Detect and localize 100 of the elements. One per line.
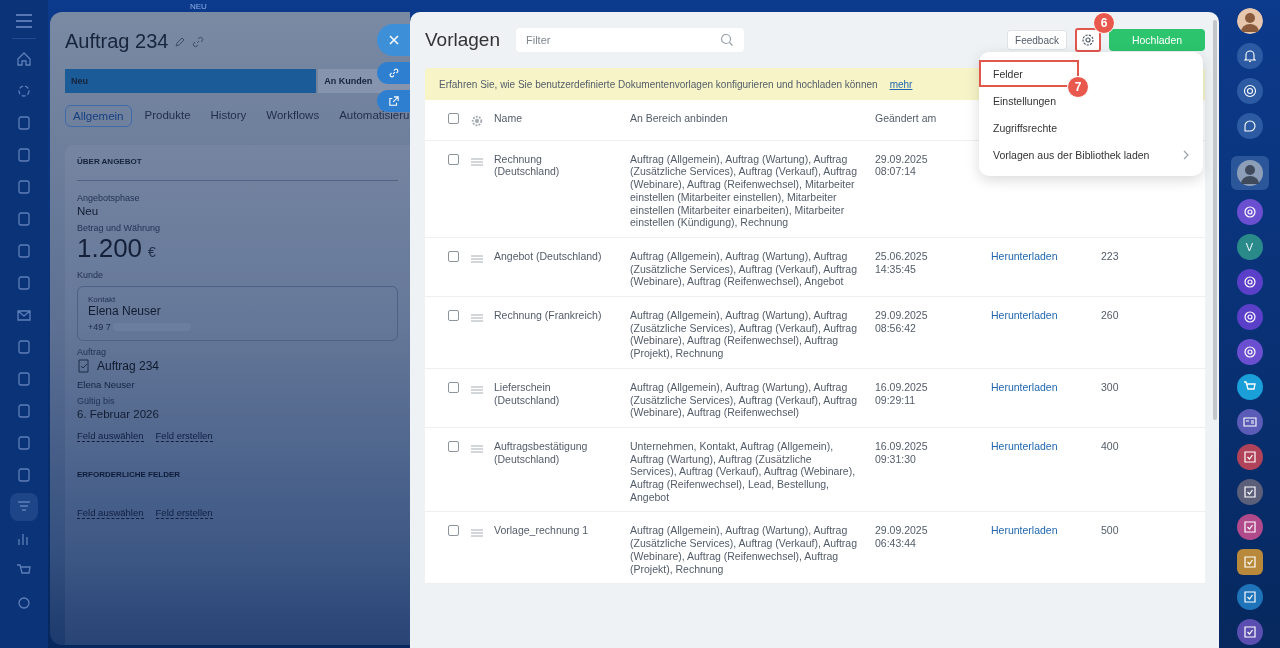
menu-icon[interactable]: [15, 14, 33, 28]
column-header[interactable]: An Bereich anbinden: [630, 112, 875, 130]
section-title: ERFORDERLICHE FELDER: [77, 470, 181, 481]
table-cell-text: 25.06.2025 14:35:45: [875, 249, 929, 277]
dashed-circle-icon: [16, 83, 32, 99]
order-link[interactable]: Auftrag 234: [97, 359, 160, 373]
contact-card-icon: [1242, 415, 1257, 429]
tab[interactable]: Allgemein: [65, 105, 132, 127]
row-checkbox[interactable]: [448, 381, 459, 393]
drag-handle-icon[interactable]: [471, 254, 483, 263]
table-cell-text: 29.09.2025 06:43:44: [875, 524, 929, 552]
table-cell-text: Auftrag (Allgemein), Auftrag (Wartung), Auftrag (Zusätzliche Services), Auftrag (Verkauf), Auftrag (Webinare), Auftrag (Reifenwechsel), Auftrag (Projekt), Rechnung: [630, 309, 858, 360]
menu-item[interactable]: Vorlagen aus der Bibliothek laden: [979, 141, 1203, 168]
open-new-window-button[interactable]: [377, 90, 410, 112]
pencil-icon[interactable]: [174, 35, 187, 48]
avatar-button[interactable]: [1230, 156, 1269, 190]
amount-value: 1.200: [77, 233, 143, 264]
tab[interactable]: History: [203, 105, 254, 127]
table-cell-text: 16.09.2025 09:31:30: [875, 439, 929, 467]
menu-item[interactable]: Zugriffsrechte: [979, 114, 1203, 141]
filter-field[interactable]: Filter: [516, 28, 744, 52]
download-link[interactable]: Herunterladen: [991, 439, 1058, 452]
field-label: Angebotsphase: [77, 193, 140, 203]
chat-button[interactable]: [1236, 113, 1263, 139]
copy-link-button[interactable]: [377, 62, 410, 84]
app-button[interactable]: [1236, 584, 1263, 610]
select-all-checkbox[interactable]: [448, 113, 459, 124]
settings-button[interactable]: [1075, 28, 1101, 52]
app-button[interactable]: [1236, 444, 1263, 470]
drag-handle-icon[interactable]: [471, 529, 483, 538]
table-cell-text: Rechnung (Frankreich): [494, 309, 603, 324]
field-link[interactable]: Feld erstellen: [155, 430, 213, 442]
table-cell-text: Auftrag (Allgemein), Auftrag (Wartung), Auftrag (Zusätzliche Services), Auftrag (Verkauf), Auftrag (Webinare), Auftrag (Reifenwechsel), Mitarbeiter einstellen (Mitarbeiter einstellen), Mitarbeiter einstellen (Mitarbeiter einarbeiten), Mitarbeiter einstellen (Kündigung), Rechnung: [630, 152, 858, 229]
document-icon: [16, 115, 32, 131]
field-label: Kontakt: [88, 295, 116, 304]
download-link[interactable]: Herunterladen: [991, 309, 1058, 322]
field-label: Betrag und Währung: [77, 223, 161, 233]
notifications-button[interactable]: [1236, 43, 1263, 69]
field-label: Auftrag: [77, 347, 107, 357]
app-button[interactable]: [1236, 549, 1263, 575]
app-button[interactable]: [1236, 374, 1263, 400]
field-value: Elena Neuser: [77, 379, 135, 390]
app-button[interactable]: [1236, 479, 1263, 505]
contact-name[interactable]: Elena Neuser: [88, 304, 161, 318]
drag-handle-icon[interactable]: [471, 385, 483, 394]
document-icon: [16, 403, 32, 419]
close-button[interactable]: [377, 24, 410, 56]
table-cell-text: Lieferschein (Deutschland): [494, 380, 561, 408]
drag-handle-icon[interactable]: [471, 157, 483, 166]
tab[interactable]: Automatisieru: [332, 105, 410, 127]
drag-handle-icon[interactable]: [471, 314, 483, 323]
chat-icon: [1242, 119, 1257, 133]
tab[interactable]: Produkte: [137, 105, 198, 127]
user-avatar[interactable]: [1236, 8, 1263, 34]
app-button[interactable]: [1236, 514, 1263, 540]
scrollbar[interactable]: [1213, 20, 1217, 420]
task-icon: [1242, 520, 1257, 534]
phone-number: +49 7: [88, 322, 111, 332]
column-header[interactable]: Name: [494, 112, 630, 130]
row-checkbox[interactable]: [448, 310, 459, 322]
download-link[interactable]: Herunterladen: [991, 524, 1058, 537]
table-cell-text: 16.09.2025 09:29:11: [875, 380, 929, 408]
more-link[interactable]: mehr: [889, 78, 913, 90]
table-cell: 500: [1101, 524, 1119, 537]
tab[interactable]: Workflows: [259, 105, 327, 127]
document-icon: [16, 243, 32, 259]
table-cell-text: 29.09.2025 08:07:14: [875, 152, 929, 180]
drag-handle-icon[interactable]: [471, 444, 483, 453]
document-icon: [16, 275, 32, 291]
row-checkbox[interactable]: [448, 153, 459, 165]
user-avatar: [1236, 160, 1263, 186]
document-icon: [16, 147, 32, 163]
settings-icon[interactable]: [471, 115, 483, 127]
app-button[interactable]: [1236, 269, 1263, 295]
row-checkbox[interactable]: [448, 250, 459, 262]
nav-item[interactable]: [10, 493, 38, 521]
link-icon: [388, 68, 399, 78]
chat-avatar[interactable]: V: [1236, 234, 1263, 260]
app-button[interactable]: [1236, 199, 1263, 225]
banner-text: Erfahren Sie, wie Sie benutzerdefinierte Dokumentenvorlagen konfigurieren und hochladen können: [439, 78, 878, 90]
table-cell-text: Auftrag (Allgemein), Auftrag (Wartung), Auftrag (Zusätzliche Services), Auftrag (Verkauf), Auftrag (Webinare), Auftrag (Reifenwechsel), Angebot: [630, 249, 858, 289]
record-title: Auftrag 234: [65, 30, 169, 53]
row-checkbox[interactable]: [448, 440, 459, 452]
row-checkbox[interactable]: [448, 525, 459, 537]
field-link[interactable]: Feld auswählen: [77, 430, 144, 442]
envelope-icon: [16, 307, 32, 323]
app-button[interactable]: [1236, 304, 1263, 330]
table-cell: 300: [1101, 380, 1119, 393]
task-icon: [1242, 625, 1257, 639]
feedback-button[interactable]: Feedback: [1007, 30, 1067, 50]
app-button[interactable]: [1236, 339, 1263, 365]
app-button[interactable]: [1236, 409, 1263, 435]
download-link[interactable]: Herunterladen: [991, 380, 1058, 393]
table-cell: 400: [1101, 439, 1119, 452]
task-icon: [1242, 450, 1257, 464]
download-link[interactable]: Herunterladen: [991, 249, 1058, 262]
sidebar-button[interactable]: [1236, 78, 1263, 104]
app-button[interactable]: [1236, 619, 1263, 645]
table-cell-text: Angebot (Deutschland): [494, 249, 603, 264]
link-icon[interactable]: [192, 35, 205, 48]
